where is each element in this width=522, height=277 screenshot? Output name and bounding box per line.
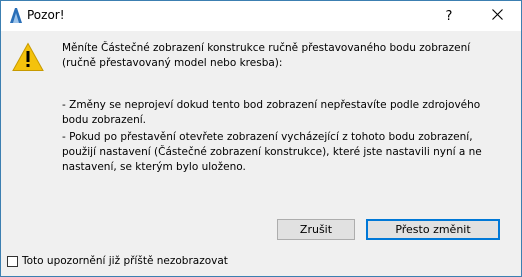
app-icon <box>8 7 24 24</box>
change-anyway-button[interactable]: Přesto změnit <box>366 219 500 240</box>
message-line-3: - Pokud po přestavění otevřete zobrazení… <box>62 131 482 173</box>
close-icon <box>491 8 503 24</box>
dialog-footer: Toto upozornění již příště nezobrazovat <box>1 250 521 276</box>
warning-icon <box>12 42 44 72</box>
title-bar[interactable]: Pozor! ? <box>1 1 521 31</box>
dont-show-again-label[interactable]: Toto upozornění již příště nezobrazovat <box>22 255 228 267</box>
message-line-1: Měníte Částečné zobrazení konstrukce ruč… <box>62 42 471 69</box>
close-button[interactable] <box>475 1 519 31</box>
help-button[interactable]: ? <box>427 1 471 31</box>
dialog-window: Pozor! ? Měníte Částečné zobrazení konst… <box>0 0 522 277</box>
message-line-2: - Změny se neprojeví dokud tento bod zob… <box>62 99 481 126</box>
window-title: Pozor! <box>27 8 65 22</box>
help-icon: ? <box>445 8 453 24</box>
dialog-content: Měníte Částečné zobrazení konstrukce ruč… <box>1 31 521 250</box>
cancel-button[interactable]: Zrušit <box>277 219 355 240</box>
dont-show-again-checkbox[interactable] <box>7 256 18 267</box>
